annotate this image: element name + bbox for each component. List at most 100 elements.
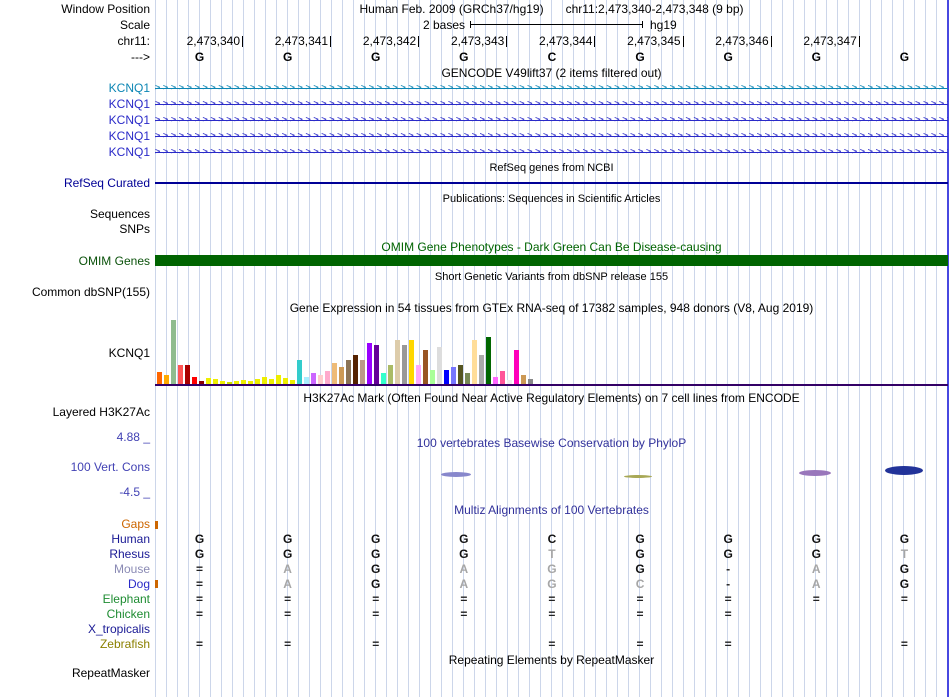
reference-base: G	[282, 50, 293, 64]
gencode-gene-label[interactable]: KCNQ1	[0, 112, 150, 128]
repeatmasker-label[interactable]: RepeatMasker	[0, 666, 150, 680]
alignment-base: C	[635, 577, 645, 591]
coordinate-text: 2,473,341	[274, 34, 329, 48]
omim-genes-label[interactable]: OMIM Genes	[0, 254, 150, 268]
multiz-species-label[interactable]: Dog	[0, 577, 150, 592]
h3k27ac-track-title[interactable]: H3K27Ac Mark (Often Found Near Active Re…	[155, 391, 948, 405]
alignment-base: G	[371, 532, 381, 546]
reference-base: G	[811, 50, 821, 64]
refseq-gene-line[interactable]	[155, 182, 948, 184]
coordinate-row: 2,473,340 2,473,341 2,473,342 2,473,343 2,47…	[155, 34, 948, 48]
alignment-base: =	[724, 607, 732, 621]
alignment-base: G	[547, 577, 557, 591]
alignment-base: G	[194, 532, 205, 546]
gencode-gene-rows: >>>>>>>>>>>>>>>>>>>>>>>>>>>>>>>>>>>>>>>>…	[155, 80, 948, 160]
multiz-species-label[interactable]: Human	[0, 532, 150, 547]
multiz-alignment-row: GGGGCGGGG	[155, 532, 948, 547]
alignment-base: G	[811, 547, 821, 561]
gtex-tissue-bar	[486, 337, 491, 385]
coordinate-text: 2,473,346	[715, 34, 769, 48]
multiz-species-label[interactable]: Gaps	[0, 517, 150, 532]
multiz-species-label[interactable]: Zebrafish	[0, 637, 150, 652]
dbsnp-track-title[interactable]: Short Genetic Variants from dbSNP releas…	[155, 270, 948, 284]
h3k27ac-label[interactable]: Layered H3K27Ac	[0, 405, 150, 419]
gtex-tissue-bar	[500, 371, 505, 385]
alignment-base: G	[371, 577, 381, 591]
gtex-tissue-bar	[402, 345, 407, 385]
coordinate-text: 2,473,343	[450, 34, 505, 48]
gtex-tissue-bar	[395, 340, 400, 385]
alignment-base: =	[812, 592, 820, 606]
refseq-curated-label[interactable]: RefSeq Curated	[0, 176, 150, 190]
gtex-tissue-bar	[472, 340, 477, 385]
multiz-track-title[interactable]: Multiz Alignments of 100 Vertebrates	[155, 503, 948, 517]
omim-gene-bar[interactable]	[155, 255, 948, 266]
alignment-base: =	[284, 637, 292, 651]
phylop-track-title[interactable]: 100 vertebrates Basewise Conservation by…	[155, 436, 948, 450]
gtex-tissue-bar	[332, 363, 337, 385]
multiz-alignment-row	[155, 622, 948, 637]
reference-base: G	[723, 50, 733, 64]
gtex-tissue-bar	[423, 350, 428, 385]
window-position-header: Human Feb. 2009 (GRCh37/hg19) chr11:2,47…	[155, 2, 948, 16]
phylop-track-label[interactable]: 100 Vert. Cons	[0, 460, 150, 474]
alignment-base: T	[548, 547, 556, 561]
alignment-base: =	[372, 637, 380, 651]
alignment-base: =	[195, 607, 203, 621]
scale-value: 2 bases	[422, 18, 465, 32]
gencode-gene-label[interactable]: KCNQ1	[0, 80, 150, 96]
omim-track-title[interactable]: OMIM Gene Phenotypes - Dark Green Can Be…	[155, 240, 948, 254]
reference-base: G	[194, 50, 205, 64]
reference-base-row: GGGGCGGGG	[155, 50, 948, 64]
gencode-transcript[interactable]: >>>>>>>>>>>>>>>>>>>>>>>>>>>>>>>>>>>>>>>>…	[155, 144, 948, 160]
strand-direction-label: --->	[131, 50, 150, 64]
multiz-species-label[interactable]: Mouse	[0, 562, 150, 577]
gtex-tissue-bar	[416, 365, 421, 385]
multiz-alignment-row: = = = = = = = = =	[155, 592, 948, 607]
alignment-base: =	[636, 607, 644, 621]
gencode-transcript[interactable]: >>>>>>>>>>>>>>>>>>>>>>>>>>>>>>>>>>>>>>>>…	[155, 80, 948, 96]
multiz-alignment-row: = A G A G G - A G	[155, 562, 948, 577]
gencode-gene-labels: KCNQ1 KCNQ1 KCNQ1 KCNQ1 KCNQ1	[0, 80, 150, 160]
common-dbsnp-label[interactable]: Common dbSNP(155)	[0, 285, 150, 299]
scale-bar	[470, 21, 643, 28]
publications-track-title[interactable]: Publications: Sequences in Scientific Ar…	[155, 192, 948, 206]
multiz-species-label[interactable]: X_tropicalis	[0, 622, 150, 637]
gtex-gene-label[interactable]: KCNQ1	[0, 346, 150, 360]
gtex-tissue-bar	[367, 343, 372, 385]
gtex-tissue-bar	[479, 355, 484, 385]
gencode-gene-label[interactable]: KCNQ1	[0, 144, 150, 160]
position-range: chr11:2,473,340-2,473,348 (9 bp)	[565, 2, 744, 16]
gtex-barchart[interactable]	[155, 315, 948, 385]
alignment-base: =	[195, 562, 203, 576]
gtex-tissue-bar	[444, 370, 449, 385]
alignment-base: =	[195, 637, 203, 651]
multiz-alignment-row	[155, 517, 948, 532]
multiz-species-label[interactable]: Rhesus	[0, 547, 150, 562]
gtex-track-title[interactable]: Gene Expression in 54 tissues from GTEx …	[155, 301, 948, 315]
snps-label[interactable]: SNPs	[0, 222, 150, 236]
gtex-tissue-bar	[458, 365, 463, 385]
coordinate-label: 2,473,347	[772, 34, 860, 48]
gencode-track-title[interactable]: GENCODE V49lift37 (2 items filtered out)	[155, 66, 948, 80]
repeatmasker-track-title[interactable]: Repeating Elements by RepeatMasker	[155, 653, 948, 667]
gtex-tissue-bar	[430, 370, 435, 385]
alignment-base: G	[723, 532, 733, 546]
gtex-tissue-bar	[346, 360, 351, 385]
coordinate-text: 2,473,347	[803, 34, 857, 48]
gencode-transcript[interactable]: >>>>>>>>>>>>>>>>>>>>>>>>>>>>>>>>>>>>>>>>…	[155, 128, 948, 144]
gencode-gene-label[interactable]: KCNQ1	[0, 96, 150, 112]
multiz-species-label[interactable]: Chicken	[0, 607, 150, 622]
alignment-base: G	[282, 547, 293, 561]
gtex-tissue-bar	[514, 350, 519, 385]
refseq-track-title[interactable]: RefSeq genes from NCBI	[155, 161, 948, 175]
dog-tick	[155, 580, 158, 588]
multiz-species-labels: Gaps Human Rhesus Mouse Dog Elephant Chicken X_…	[0, 517, 150, 652]
gencode-transcript[interactable]: >>>>>>>>>>>>>>>>>>>>>>>>>>>>>>>>>>>>>>>>…	[155, 96, 948, 112]
coordinate-text: 2,473,340	[186, 34, 240, 48]
multiz-species-label[interactable]: Elephant	[0, 592, 150, 607]
gencode-gene-label[interactable]: KCNQ1	[0, 128, 150, 144]
sequences-label[interactable]: Sequences	[0, 207, 150, 221]
alignment-base: G	[899, 577, 910, 591]
gencode-transcript[interactable]: >>>>>>>>>>>>>>>>>>>>>>>>>>>>>>>>>>>>>>>>…	[155, 112, 948, 128]
